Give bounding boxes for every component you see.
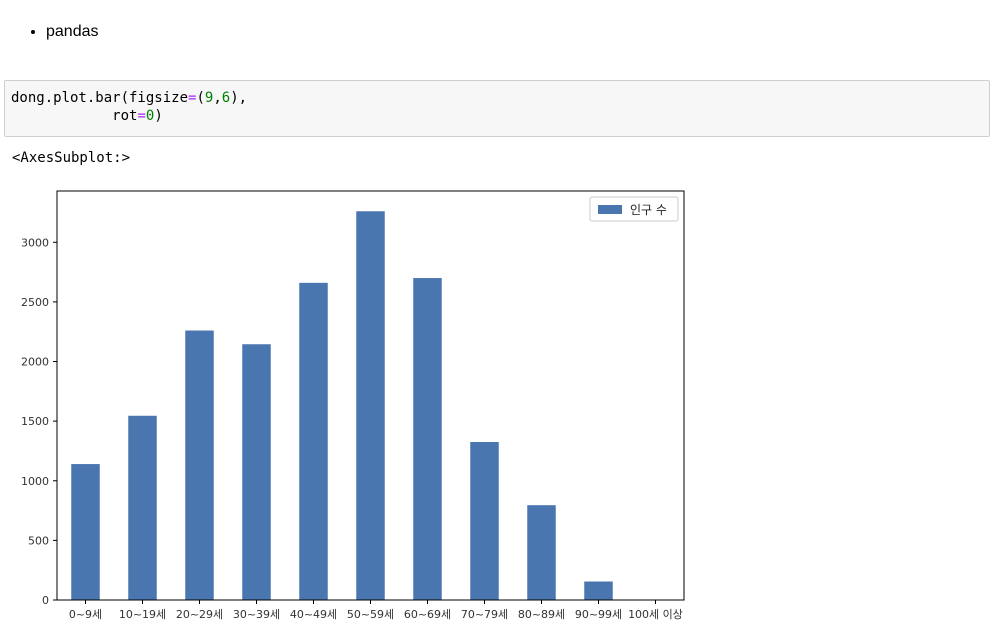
bar [356,211,385,600]
x-tick-label: 20~29세 [176,608,223,621]
bullet-item-pandas: pandas [46,20,99,44]
x-tick-label: 90~99세 [575,608,622,621]
cell-output-text: <AxesSubplot:> [12,150,131,166]
bar-chart-svg: 0 500 1000 1500 2000 2500 3000 0~9세 10~19세 20~29세… [21,190,685,621]
code-line-2: rot=0) [11,108,163,124]
y-tick-label: 1000 [21,475,49,488]
bar [242,344,271,600]
code-token-comma: , [213,90,222,106]
code-token-operator: = [137,108,146,124]
code-token-paren: ) [154,108,163,124]
code-token-paren: ( [196,90,205,106]
x-tick-label: 30~39세 [233,608,280,621]
x-tick-label: 0~9세 [69,608,102,621]
markdown-bullet-list: pandas [26,20,99,44]
code-token-paren: ), [230,90,248,106]
bar [470,442,499,600]
bar [413,278,442,600]
code-cell[interactable]: dong.plot.bar(figsize=(9,6), rot=0) [4,80,990,137]
legend-label: 인구 수 [630,203,667,217]
code-token-call: dong.plot.bar(figsize [11,90,189,106]
y-tick-label: 3000 [21,236,49,249]
bar [128,415,157,600]
y-tick-label: 2000 [21,356,49,369]
x-tick-label: 70~79세 [461,608,508,621]
code-editor[interactable]: dong.plot.bar(figsize=(9,6), rot=0) [5,81,989,133]
bar [185,330,214,600]
code-token-name: rot [112,108,138,124]
y-tick-label: 1500 [21,415,49,428]
y-tick-label: 500 [28,534,49,547]
x-tick-label: 60~69세 [404,608,451,621]
legend-swatch [598,205,622,214]
bar [71,464,100,600]
bar [584,581,613,600]
x-tick-label: 80~89세 [518,608,565,621]
bar-chart: 0 500 1000 1500 2000 2500 3000 0~9세 10~19세 20~29세… [0,180,700,630]
code-line-1: dong.plot.bar(figsize=(9,6), [11,90,247,106]
y-tick-label: 2500 [21,296,49,309]
code-token-number: 6 [221,90,231,106]
x-tick-label: 50~59세 [347,608,394,621]
x-tick-label: 100세 이상 [628,608,683,621]
x-tick-label: 10~19세 [119,608,166,621]
x-tick-label: 40~49세 [290,608,337,621]
bar [527,505,556,600]
bar [299,282,328,600]
y-tick-label: 0 [42,594,49,607]
